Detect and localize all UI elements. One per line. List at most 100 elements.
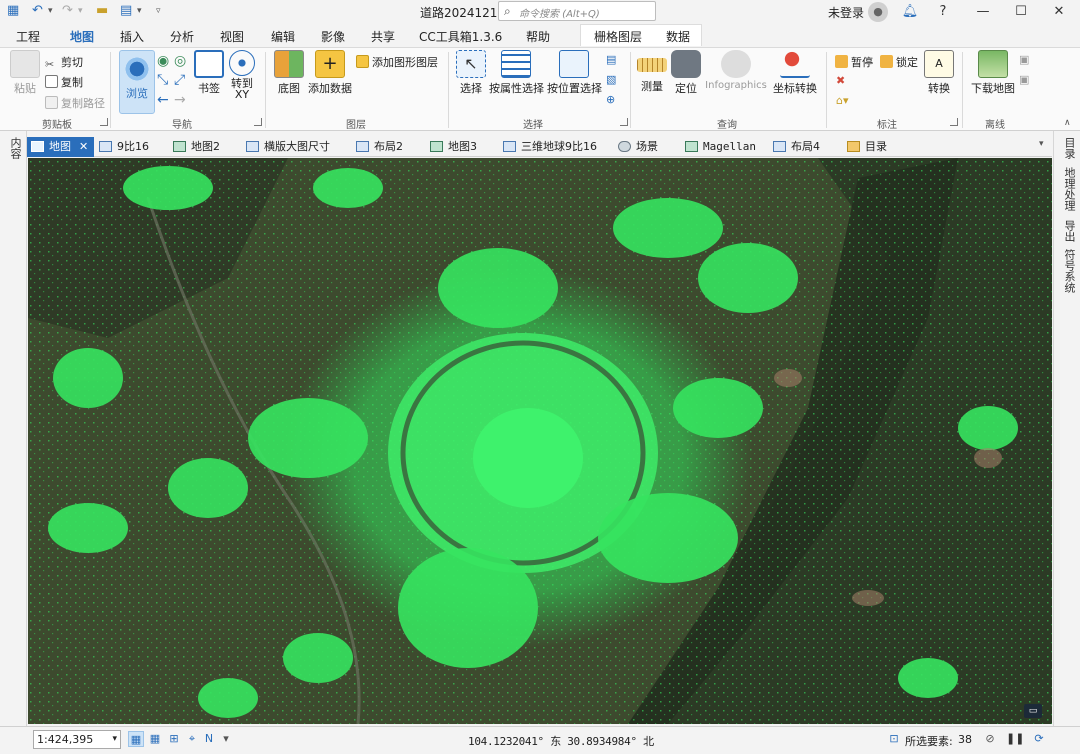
scale-selector[interactable]: 1:424,395 ▾ [33, 730, 121, 749]
label-options-icon[interactable]: ⌂▾ [836, 94, 849, 107]
user-status[interactable]: 未登录 [828, 4, 864, 21]
labeling-launcher-icon[interactable] [950, 118, 958, 126]
add-graphics-layer-button[interactable]: 添加图形图层 [356, 54, 438, 70]
sync-icon[interactable]: ▣ [1019, 53, 1029, 66]
customize-toolbar-icon[interactable]: ▿ [156, 3, 161, 19]
view-tab-label: 目录 [865, 140, 887, 153]
bookmarks-button[interactable]: 书签 [194, 50, 224, 96]
map-overlay-toggle-icon[interactable]: ▭ [1024, 704, 1042, 718]
contents-pane-tab[interactable]: 内容 [7, 137, 23, 159]
selection-launcher-icon[interactable] [620, 118, 628, 126]
minimize-button[interactable]: — [970, 2, 996, 22]
locate-button[interactable]: 定位 [671, 50, 701, 96]
tab-analysis[interactable]: 分析 [170, 28, 194, 45]
maximize-button[interactable]: ☐ [1008, 2, 1034, 22]
refresh-view-icon[interactable]: ⊘ [982, 731, 998, 747]
remove-offline-icon[interactable]: ▣ [1019, 73, 1029, 86]
catalog-pane-tab[interactable]: 目录 [1061, 137, 1077, 159]
paste-button[interactable]: 粘贴 [8, 50, 42, 96]
view-tab-map3[interactable]: 地图3 [430, 137, 477, 157]
tab-insert[interactable]: 插入 [120, 28, 144, 45]
close-button[interactable]: ✕ [1046, 2, 1072, 22]
tab-view[interactable]: 视图 [220, 28, 244, 45]
view-tab-layout4[interactable]: 布局4 [773, 137, 820, 157]
redo-dropdown-icon[interactable]: ▾ [78, 3, 83, 19]
lock-labels-button[interactable]: 锁定 [880, 54, 918, 70]
chevron-down-icon: ▾ [112, 734, 117, 744]
quick-access-dropdown-icon[interactable]: ▾ [137, 3, 142, 19]
zoom-to-selection-icon[interactable]: ⊕ [606, 93, 615, 106]
view-tab-map2[interactable]: 地图2 [173, 137, 220, 157]
crosshair-icon[interactable]: ⌖ [184, 731, 200, 747]
tab-edit[interactable]: 编辑 [271, 28, 295, 45]
measure-button[interactable]: 测量 [637, 50, 667, 94]
north-arrow-icon[interactable]: N [201, 731, 217, 747]
explore-button[interactable]: 浏览 [119, 50, 155, 114]
select-button[interactable]: ↖ 选择 [456, 50, 486, 96]
map-units-icon[interactable]: ▦ [128, 731, 144, 747]
infographics-button[interactable]: Infographics [704, 50, 768, 91]
symbology-pane-tab[interactable]: 符号系统 [1061, 249, 1077, 293]
redo-icon[interactable]: ↷ [62, 3, 73, 19]
quick-access-icon[interactable]: ▤ [120, 3, 132, 19]
undo-dropdown-icon[interactable]: ▾ [48, 3, 53, 19]
goto-xy-button[interactable]: 转到 XY [227, 50, 257, 100]
help-button[interactable]: ? [930, 2, 956, 22]
open-project-icon[interactable]: ▬ [96, 3, 108, 19]
tab-raster-layer[interactable]: 栅格图层 [594, 28, 642, 45]
tab-data[interactable]: 数据 [666, 28, 690, 45]
view-tab-globe[interactable]: 三维地球9比16 [503, 137, 597, 157]
clipboard-launcher-icon[interactable] [100, 118, 108, 126]
pause-drawing-icon[interactable]: ❚❚ [1006, 731, 1024, 747]
clear-selection-icon[interactable]: ▧ [606, 73, 616, 86]
select-by-attributes-button[interactable]: 按属性选择 [489, 50, 544, 96]
close-tab-icon[interactable]: ✕ [79, 140, 88, 153]
copy-path-button[interactable]: 复制路径 [45, 95, 105, 111]
zoom-in-icon[interactable]: ⤡ [157, 72, 168, 88]
attributes-icon[interactable]: ▤ [606, 53, 616, 66]
basemap-button[interactable]: 底图 [273, 50, 305, 96]
full-extent-icon[interactable]: ◉ [157, 53, 169, 69]
unplaced-labels-icon[interactable]: ✖ [836, 74, 845, 87]
geoprocessing-pane-tab[interactable]: 地理处理 [1061, 167, 1077, 211]
add-data-button[interactable]: + 添加数据 [308, 50, 352, 96]
cut-button[interactable]: ✂ 剪切 [45, 54, 83, 71]
view-tab-scene[interactable]: 场景 [618, 137, 658, 157]
previous-extent-icon[interactable]: ← [157, 92, 169, 108]
view-tab-landscape[interactable]: 横版大图尺寸 [246, 137, 330, 157]
avatar-icon[interactable]: ● [868, 2, 888, 22]
tab-share[interactable]: 共享 [371, 28, 395, 45]
tab-project[interactable]: 工程 [16, 28, 40, 45]
grid-icon[interactable]: ▦ [147, 731, 163, 747]
refresh-icon[interactable]: ⟳ [1031, 731, 1047, 747]
chevron-down-icon[interactable]: ▾ [218, 731, 234, 747]
tab-list-dropdown-icon[interactable]: ▾ [1039, 139, 1044, 149]
select-by-location-button[interactable]: 按位置选择 [547, 50, 602, 96]
tab-imagery[interactable]: 影像 [321, 28, 345, 45]
view-tab-layout2[interactable]: 布局2 [356, 137, 403, 157]
next-extent-icon[interactable]: → [174, 92, 186, 108]
view-tab-catalog[interactable]: 目录 [847, 137, 887, 157]
convert-labels-button[interactable]: A 转换 [924, 50, 954, 96]
tab-cc-toolbox[interactable]: CC工具箱1.3.6 [419, 28, 502, 45]
collapse-ribbon-icon[interactable]: ∧ [1064, 118, 1071, 128]
command-search-input[interactable]: ⌕ 命令搜索 (Alt+Q) [498, 1, 656, 21]
download-map-button[interactable]: 下载地图 [970, 50, 1016, 96]
map-view[interactable]: ▭ [28, 158, 1052, 724]
pause-labels-button[interactable]: 暂停 [835, 54, 873, 70]
undo-icon[interactable]: ↶ [32, 3, 43, 19]
view-tab-magellan[interactable]: Magellan [685, 137, 756, 157]
tab-help[interactable]: 帮助 [526, 28, 550, 45]
view-tab-map[interactable]: 地图 ✕ [27, 137, 95, 157]
export-pane-tab[interactable]: 导出 [1061, 220, 1077, 242]
tab-map[interactable]: 地图 [70, 28, 95, 49]
selected-features-count[interactable]: 38 [958, 733, 972, 746]
zoom-out-icon[interactable]: ⤢ [174, 72, 185, 88]
copy-button[interactable]: 复制 [45, 74, 83, 90]
fixed-zoom-icon[interactable]: ◎ [174, 53, 186, 69]
view-tab-9by16[interactable]: 9比16 [99, 137, 149, 157]
navigate-launcher-icon[interactable] [254, 118, 262, 126]
snapping-icon[interactable]: ⊞ [166, 731, 182, 747]
coordinate-convert-button[interactable]: 坐标转换 [772, 50, 818, 96]
notification-icon[interactable]: 🔔︎ [897, 2, 923, 22]
